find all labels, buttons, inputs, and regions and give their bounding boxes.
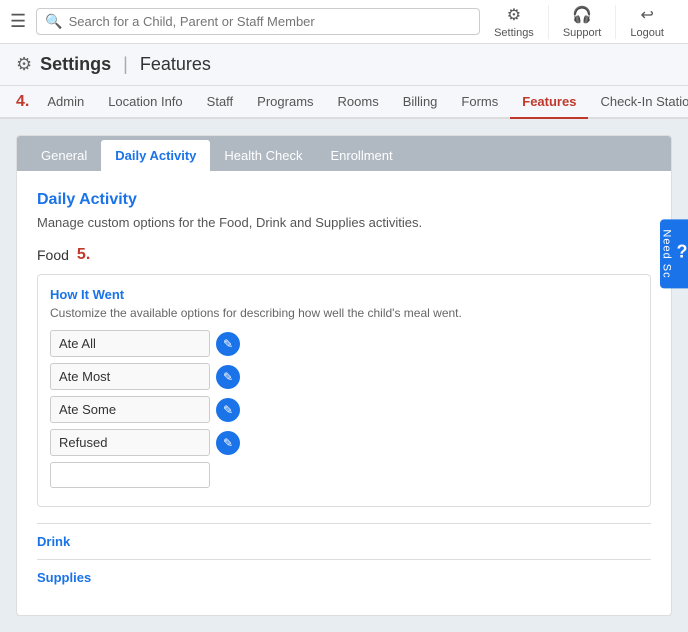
subtab-general[interactable]: General (27, 140, 101, 171)
settings-button[interactable]: ⚙ Settings (480, 5, 548, 39)
step-badge-5: 5. (77, 246, 90, 264)
tab-programs[interactable]: Programs (245, 86, 325, 119)
option-row-2: ✎ (50, 396, 638, 423)
subheader-subtitle: Features (140, 54, 211, 75)
supplies-expand-row[interactable]: Supplies (37, 559, 651, 595)
support-button[interactable]: 🎧 Support (548, 5, 616, 39)
feature-title: Daily Activity (37, 191, 651, 209)
food-section-header: Food 5. (37, 246, 651, 264)
subheader-gear-icon: ⚙ (16, 54, 32, 75)
option-input-2[interactable] (50, 396, 210, 423)
content-area: General Daily Activity Health Check Enro… (0, 119, 688, 632)
how-it-went-subsection: How It Went Customize the available opti… (37, 274, 651, 507)
feature-panel: General Daily Activity Health Check Enro… (16, 135, 672, 616)
settings-icon: ⚙ (507, 5, 521, 25)
tab-staff[interactable]: Staff (195, 86, 246, 119)
settings-label: Settings (494, 27, 534, 39)
drink-label: Drink (37, 534, 70, 549)
edit-button-0[interactable]: ✎ (216, 332, 240, 356)
tab-forms[interactable]: Forms (449, 86, 510, 119)
search-bar[interactable]: 🔍 (36, 8, 480, 35)
subheader: ⚙ Settings | Features (0, 44, 688, 86)
menu-icon[interactable]: ☰ (10, 11, 26, 32)
search-icon: 🔍 (45, 13, 62, 30)
search-input[interactable] (69, 14, 471, 29)
topbar-actions: ⚙ Settings 🎧 Support ↩ Logout (480, 5, 678, 39)
subtabs: General Daily Activity Health Check Enro… (17, 136, 671, 171)
subsection-title: How It Went (50, 287, 638, 302)
help-button[interactable]: ? Need Sc (660, 219, 688, 288)
edit-button-2[interactable]: ✎ (216, 398, 240, 422)
edit-button-1[interactable]: ✎ (216, 365, 240, 389)
logout-button[interactable]: ↩ Logout (615, 5, 678, 39)
option-input-1[interactable] (50, 363, 210, 390)
help-question-icon: ? (677, 241, 688, 262)
support-icon: 🎧 (572, 5, 592, 25)
tab-features[interactable]: Features (510, 86, 588, 119)
option-row-0: ✎ (50, 330, 638, 357)
option-row-1: ✎ (50, 363, 638, 390)
logout-label: Logout (630, 27, 664, 39)
tab-check-in-station[interactable]: Check-In Station (588, 86, 688, 119)
feature-description: Manage custom options for the Food, Drin… (37, 215, 651, 230)
subtab-daily-activity[interactable]: Daily Activity (101, 140, 210, 171)
tab-billing[interactable]: Billing (391, 86, 450, 119)
edit-button-3[interactable]: ✎ (216, 431, 240, 455)
option-input-0[interactable] (50, 330, 210, 357)
subheader-divider: | (123, 54, 128, 75)
empty-input[interactable] (50, 462, 210, 488)
drink-expand-row[interactable]: Drink (37, 523, 651, 559)
tab-location-info[interactable]: Location Info (96, 86, 194, 119)
subtab-enrollment[interactable]: Enrollment (316, 140, 406, 171)
tab-rooms[interactable]: Rooms (326, 86, 391, 119)
tab-admin[interactable]: Admin (35, 86, 96, 119)
nav-tabs: 4. Admin Location Info Staff Programs Ro… (0, 86, 688, 119)
subtab-health-check[interactable]: Health Check (210, 140, 316, 171)
supplies-label: Supplies (37, 570, 91, 585)
food-label: Food (37, 247, 69, 263)
support-label: Support (563, 27, 602, 39)
option-row-empty (50, 462, 638, 488)
help-text: Need Sc (661, 229, 673, 278)
option-input-3[interactable] (50, 429, 210, 456)
subheader-title: Settings (40, 54, 111, 75)
logout-icon: ↩ (640, 5, 653, 25)
subsection-desc: Customize the available options for desc… (50, 306, 638, 320)
step-badge-4: 4. (16, 93, 29, 111)
feature-content: Daily Activity Manage custom options for… (17, 171, 671, 615)
option-row-3: ✎ (50, 429, 638, 456)
topbar: ☰ 🔍 ⚙ Settings 🎧 Support ↩ Logout (0, 0, 688, 44)
